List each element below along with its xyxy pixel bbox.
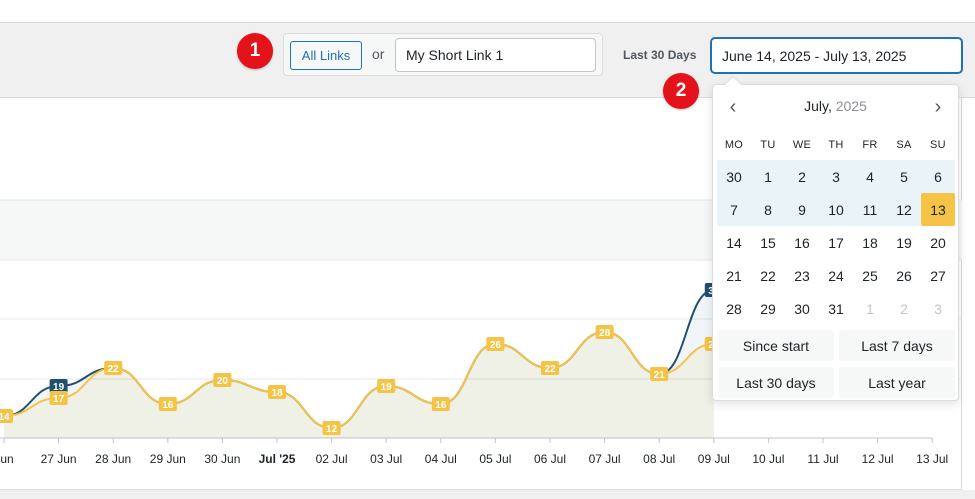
calendar-day[interactable]: 15 xyxy=(751,226,785,259)
calendar-day[interactable]: 20 xyxy=(921,226,955,259)
calendar-day[interactable]: 22 xyxy=(751,259,785,292)
calendar-title: July, 2025 xyxy=(713,98,958,114)
chevron-right-icon[interactable]: › xyxy=(926,97,950,117)
date-picker-popup: July, 2025 ‹ › MO TU WE TH FR SA SU 30 1 2 3 4 5 6 7 8… xyxy=(712,75,959,401)
calendar-day[interactable]: 14 xyxy=(717,226,751,259)
x-tick-label: 04 Jul xyxy=(425,452,457,466)
calendar-day[interactable]: 30 xyxy=(717,160,751,193)
x-tick-label: 05 Jul xyxy=(479,452,511,466)
calendar-day[interactable]: 16 xyxy=(785,226,819,259)
weekday-label: SU xyxy=(930,139,946,151)
calendar-day[interactable]: 7 xyxy=(717,193,751,226)
series-secondary-area xyxy=(4,332,714,438)
calendar-day[interactable]: 4 xyxy=(853,160,887,193)
weekday-label: WE xyxy=(792,139,812,151)
weekday-label: MO xyxy=(724,139,744,151)
or-label: or xyxy=(372,46,385,62)
x-tick-label: 07 Jul xyxy=(589,452,621,466)
weekday-label: FR xyxy=(862,139,878,151)
calendar-day[interactable]: 11 xyxy=(853,193,887,226)
x-tick-label: 28 Jun xyxy=(95,452,131,466)
series-secondary-point-label: 21 xyxy=(654,370,666,381)
calendar-day[interactable]: 30 xyxy=(785,292,819,325)
calendar-day[interactable]: 18 xyxy=(853,226,887,259)
series-secondary-point-label: 26 xyxy=(490,340,502,351)
calendar-day[interactable]: 29 xyxy=(751,292,785,325)
weekday-label: TU xyxy=(760,139,776,151)
date-range-input[interactable] xyxy=(711,38,962,73)
calendar-day: 3 xyxy=(934,300,942,317)
link-filter-group: All Links or xyxy=(283,33,603,76)
x-tick-label: Jul '25 xyxy=(259,452,296,466)
calendar-day[interactable]: 10 xyxy=(819,193,853,226)
series-secondary-point-label: 18 xyxy=(271,388,283,399)
x-tick-label: 11 Jul xyxy=(807,452,838,466)
series-secondary-point-label: 28 xyxy=(599,328,611,339)
series-secondary-point-label: 12 xyxy=(326,424,338,435)
x-tick-label: 12 Jul xyxy=(862,452,894,466)
calendar-day[interactable]: 8 xyxy=(751,193,785,226)
calendar-day[interactable]: 28 xyxy=(717,292,751,325)
calendar-day[interactable]: 21 xyxy=(717,259,751,292)
preset-last-30-days-button[interactable]: Last 30 days xyxy=(718,367,834,398)
series-secondary-point-label: 22 xyxy=(108,364,120,375)
x-tick-label: 30 Jun xyxy=(204,452,240,466)
calendar-day[interactable]: 26 xyxy=(887,259,921,292)
calendar-day[interactable]: 3 xyxy=(819,160,853,193)
calendar-day[interactable]: 2 xyxy=(785,160,819,193)
short-link-input[interactable] xyxy=(395,38,596,72)
series-secondary-point-label: 16 xyxy=(435,400,447,411)
weekday-label: SA xyxy=(896,139,912,151)
series-secondary-point-label: 16 xyxy=(162,400,174,411)
calendar-day[interactable]: 6 xyxy=(921,160,955,193)
x-tick-label: 06 Jul xyxy=(534,452,566,466)
preset-last-year-button[interactable]: Last year xyxy=(839,367,955,398)
calendar-day[interactable]: 31 xyxy=(819,292,853,325)
x-tick-label: 10 Jul xyxy=(752,452,784,466)
calendar-day[interactable]: 19 xyxy=(887,226,921,259)
weekday-label: TH xyxy=(828,139,844,151)
calendar-day-selected[interactable]: 13 xyxy=(921,193,955,226)
step-marker-2: 2 xyxy=(663,73,699,109)
calendar-day[interactable]: 12 xyxy=(887,193,921,226)
weekday-header: MO TU WE TH FR SA SU xyxy=(717,139,955,151)
calendar-day[interactable]: 17 xyxy=(819,226,853,259)
series-secondary-point-label: 14 xyxy=(0,412,10,423)
x-tick-label: 13 Jul xyxy=(916,452,948,466)
series-secondary-point-label: 20 xyxy=(217,376,229,387)
range-label: Last 30 Days xyxy=(623,48,697,62)
calendar-day[interactable]: 5 xyxy=(887,160,921,193)
calendar-day[interactable]: 1 xyxy=(751,160,785,193)
series-secondary-point-label: 19 xyxy=(381,382,393,393)
calendar-day[interactable]: 9 xyxy=(785,193,819,226)
calendar-year: 2025 xyxy=(835,98,867,114)
all-links-button[interactable]: All Links xyxy=(290,41,362,70)
x-tick-label: 29 Jun xyxy=(150,452,186,466)
calendar-day[interactable]: 23 xyxy=(785,259,819,292)
calendar-day: 1 xyxy=(866,300,874,317)
step-marker-1: 1 xyxy=(237,33,273,69)
x-tick-label: 02 Jul xyxy=(316,452,348,466)
calendar-month: July, xyxy=(804,98,832,114)
x-tick-label: Jun xyxy=(0,452,14,466)
series-secondary-point-label: 22 xyxy=(544,364,556,375)
calendar-day-grid: 30 1 2 3 4 5 6 7 8 9 10 11 12 13 14 15 16 17 18 19 20 21 22 23 2… xyxy=(717,160,955,325)
calendar-day[interactable]: 27 xyxy=(921,259,955,292)
top-band xyxy=(0,0,975,22)
x-tick-label: 03 Jul xyxy=(370,452,402,466)
preset-last-7-days-button[interactable]: Last 7 days xyxy=(839,330,955,361)
x-tick-label: 09 Jul xyxy=(698,452,730,466)
calendar-day[interactable]: 24 xyxy=(819,259,853,292)
bottom-strip xyxy=(0,490,975,499)
x-tick-label: 27 Jun xyxy=(41,452,77,466)
series-secondary-point-label: 17 xyxy=(53,394,65,405)
chevron-left-icon[interactable]: ‹ xyxy=(721,97,745,117)
x-tick-label: 08 Jul xyxy=(643,452,675,466)
calendar-day: 2 xyxy=(900,300,908,317)
calendar-day[interactable]: 25 xyxy=(853,259,887,292)
preset-since-start-button[interactable]: Since start xyxy=(718,330,834,361)
